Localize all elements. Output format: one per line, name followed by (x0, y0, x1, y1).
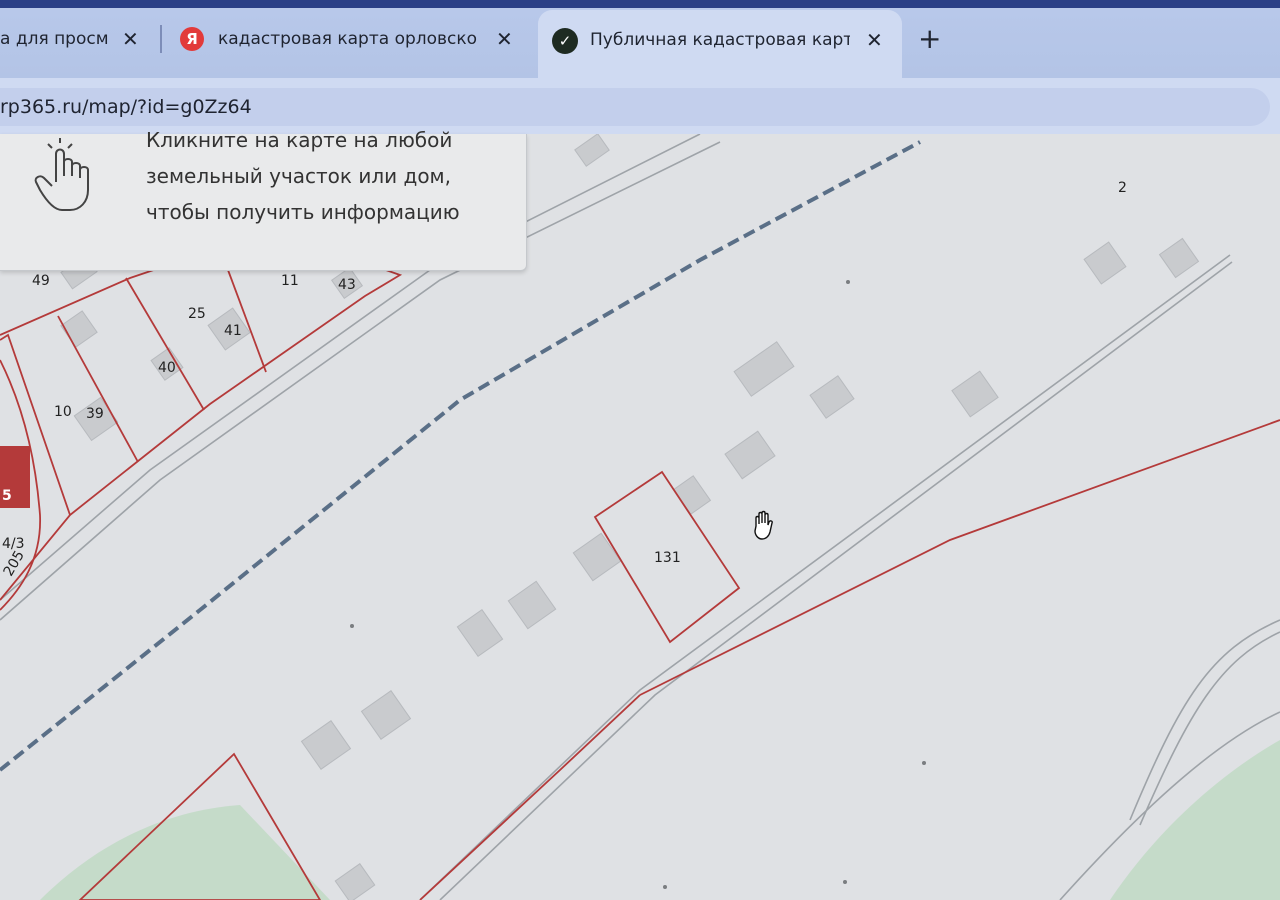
tab-2[interactable]: Я кадастровая карта орловской ✕ (166, 12, 536, 66)
info-line-2: земельный участок или дом, (146, 164, 451, 188)
map-label: 43 (338, 277, 356, 293)
url-field[interactable]: rp365.ru/map/?id=g0Zz64 (0, 88, 1270, 126)
tab-1-title: а для просм (0, 29, 108, 49)
grab-cursor-icon (754, 510, 773, 540)
yandex-favicon-icon: Я (180, 27, 204, 51)
map-label: 5 (2, 488, 12, 504)
tab-2-close-icon[interactable]: ✕ (496, 27, 513, 51)
tab-3-active[interactable]: ✓ Публичная кадастровая карта ✕ (538, 10, 902, 78)
new-tab-button[interactable]: + (918, 22, 941, 55)
tab-separator (160, 25, 162, 53)
map-label: 39 (86, 406, 104, 422)
tab-3-title: Публичная кадастровая карта (590, 30, 850, 50)
map-label-131: 131 (654, 550, 681, 566)
map-label: 10 (54, 404, 72, 420)
map-label: 2 (1118, 180, 1127, 196)
hand-pointer-icon (34, 138, 89, 211)
tab-3-close-icon[interactable]: ✕ (866, 28, 883, 52)
info-line-3: чтобы получить информацию (146, 200, 460, 224)
tab-1[interactable]: а для просм ✕ (0, 12, 160, 66)
info-line-1: Кликните на карте на любой (146, 128, 453, 152)
map-label: 25 (188, 306, 206, 322)
tab-2-title: кадастровая карта орловской (218, 29, 478, 49)
tab-strip: а для просм ✕ Я кадастровая карта орловс… (0, 0, 1280, 78)
checkmark-favicon-icon: ✓ (552, 28, 578, 54)
tab-1-close-icon[interactable]: ✕ (122, 27, 139, 51)
map-label: 41 (224, 323, 242, 339)
map-label: 40 (158, 360, 176, 376)
map-label: 49 (32, 273, 50, 289)
info-panel: Кликните на карте на любой земельный уча… (0, 128, 527, 271)
address-bar: rp365.ru/map/?id=g0Zz64 (0, 78, 1280, 134)
map-label: 11 (281, 273, 299, 289)
